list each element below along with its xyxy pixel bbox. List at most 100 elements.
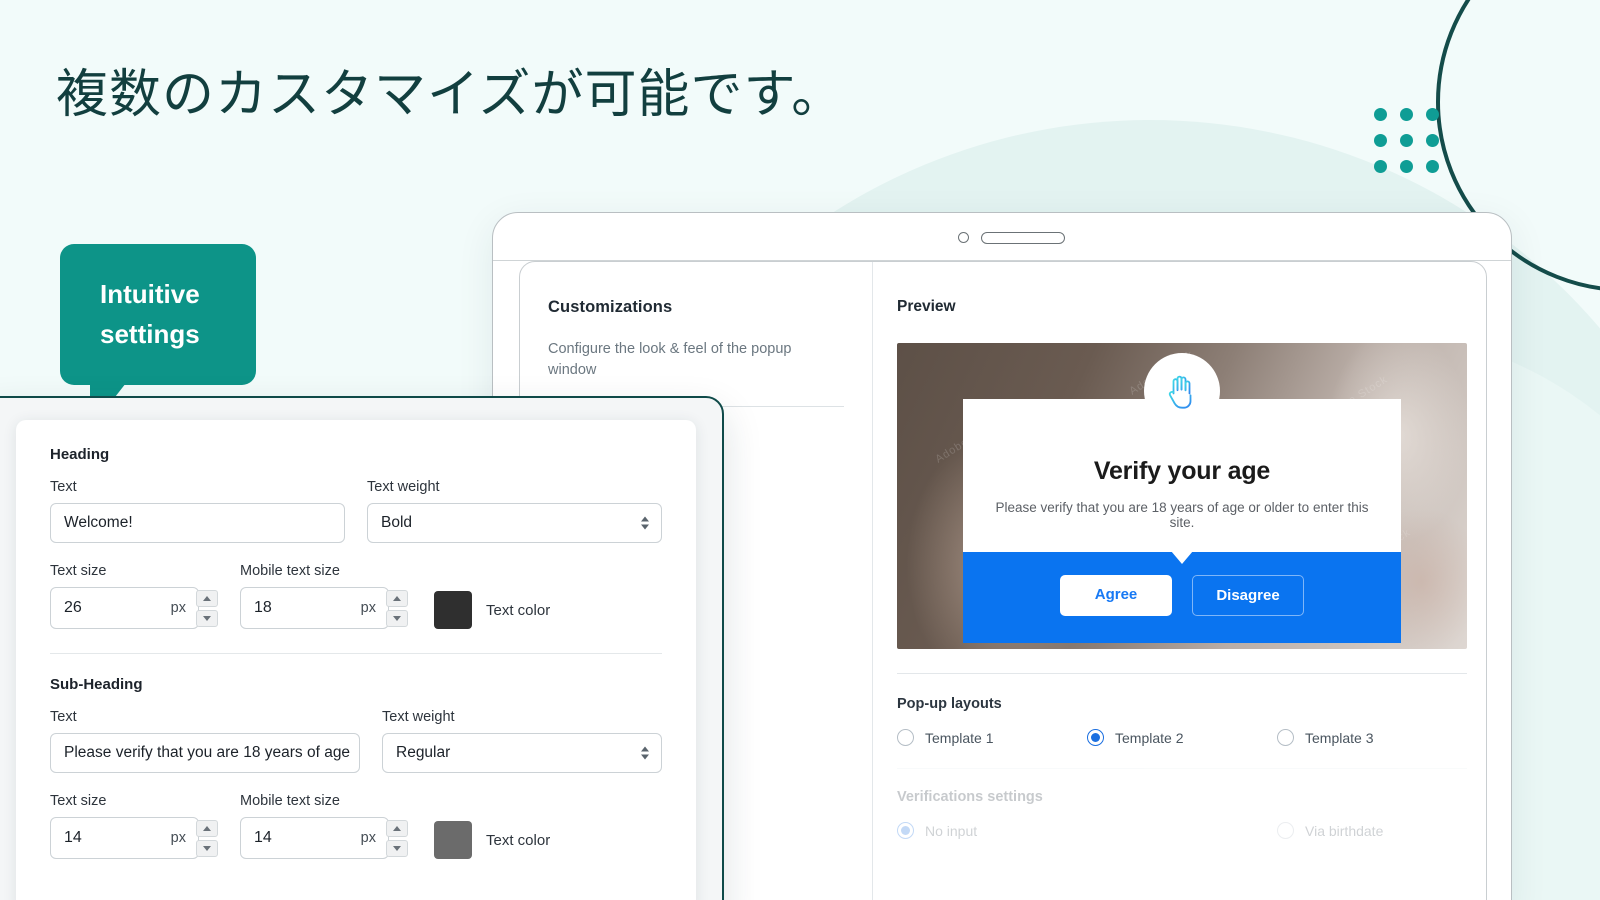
page-title: 複数のカスタマイズが可能です。 (56, 66, 845, 124)
radio-label: Via birthdate (1305, 822, 1384, 839)
subheading-mobile-size-label: Mobile text size (240, 793, 340, 809)
subheading-color-label: Text color (486, 831, 551, 849)
subheading-text-label: Text (50, 709, 77, 725)
radio-label: No input (925, 822, 978, 839)
subheading-size-row: Text size 14 px Mobile text size 14 px T… (50, 793, 662, 859)
subheading-mobile-size-input[interactable]: 14 px (240, 817, 389, 859)
chevron-updown-icon (641, 516, 649, 530)
radio-icon-selected[interactable] (1087, 729, 1104, 746)
stepper-up-icon[interactable] (196, 819, 218, 837)
heading-mobile-size-wrap: Mobile text size 18 px (240, 563, 408, 629)
page-root: 複数のカスタマイズが可能です。 Intuitive settings Custo… (0, 0, 1600, 900)
subheading-size-stepper[interactable] (196, 817, 218, 859)
stepper-up-icon[interactable] (196, 589, 218, 607)
customizations-title: Customizations (548, 298, 673, 316)
popup-footer: Agree Disagree (963, 551, 1401, 643)
badge-line-2: settings (100, 319, 200, 350)
stepper-up-icon[interactable] (386, 819, 408, 837)
preview-panel: Preview Adobe Stock Adobe Stock Adobe St… (872, 262, 1486, 900)
heading-size-label: Text size (50, 563, 107, 579)
heading-size-value: 26 (64, 599, 82, 616)
radio-template-3[interactable]: Template 3 (1277, 729, 1467, 746)
badge-line-1: Intuitive (100, 279, 200, 309)
tablet-bezel-top (493, 213, 1511, 261)
subheading-size-wrap: Text size 14 px (50, 793, 218, 859)
heading-mobile-size-input[interactable]: 18 px (240, 587, 389, 629)
radio-label: Template 2 (1115, 729, 1184, 746)
speaker-grill-icon (981, 232, 1065, 244)
intuitive-settings-badge: Intuitive settings (60, 244, 256, 429)
heading-text-label: Text (50, 479, 77, 495)
heading-mobile-size-value: 18 (254, 599, 272, 616)
chevron-updown-icon (641, 746, 649, 760)
subheading-color-wrap: Text color (434, 821, 550, 859)
popup-layouts-section: Pop-up layouts Template 1 Template 2 Tem… (897, 673, 1467, 746)
subheading-text-input[interactable]: Please verify that you are 18 years of a… (50, 733, 360, 773)
disagree-button[interactable]: Disagree (1192, 575, 1304, 616)
subheading-mobile-size-wrap: Mobile text size 14 px (240, 793, 408, 859)
agree-button[interactable]: Agree (1060, 575, 1172, 616)
heading-weight-value: Bold (381, 514, 413, 531)
heading-size-row: Text size 26 px Mobile text size 18 px T… (50, 563, 662, 629)
heading-mobile-size-unit: px (360, 600, 376, 616)
heading-color-swatch[interactable] (434, 591, 472, 629)
radio-icon[interactable] (1277, 822, 1294, 839)
heading-mobile-size-label: Mobile text size (240, 563, 340, 579)
settings-divider (50, 653, 662, 654)
customizations-subtitle: Configure the look & feel of the popup w… (548, 341, 792, 378)
heading-group-title: Heading (50, 446, 110, 463)
subheading-weight-select[interactable]: Regular (382, 733, 662, 773)
subheading-text-row: Text Please verify that you are 18 years… (50, 709, 662, 773)
heading-weight-select[interactable]: Bold (367, 503, 662, 543)
subheading-text-field-wrap: Text Please verify that you are 18 years… (50, 709, 360, 773)
popup-layouts-radio-group: Template 1 Template 2 Template 3 (897, 729, 1467, 746)
verifications-settings-section: Verifications settings No input Via birt… (897, 768, 1467, 839)
subheading-mobile-size-stepper[interactable] (386, 817, 408, 859)
subheading-color-swatch[interactable] (434, 821, 472, 859)
radio-icon[interactable] (897, 729, 914, 746)
heading-size-input[interactable]: 26 px (50, 587, 199, 629)
subheading-size-value: 14 (64, 829, 82, 846)
subheading-weight-value: Regular (396, 744, 451, 761)
radio-label: Template 3 (1305, 729, 1374, 746)
dot-grid-decoration (1374, 108, 1439, 173)
heading-weight-field-wrap: Text weight Bold (367, 479, 662, 543)
subheading-group-title: Sub-Heading (50, 676, 143, 693)
heading-text-input[interactable]: Welcome! (50, 503, 345, 543)
settings-card-frame: Heading Text Welcome! Text weight Bold T… (0, 396, 724, 900)
radio-via-birthdate[interactable]: Via birthdate (1277, 822, 1467, 839)
heading-mobile-size-stepper[interactable] (386, 587, 408, 629)
verifications-radio-group: No input Via birthdate (897, 822, 1467, 839)
stepper-up-icon[interactable] (386, 589, 408, 607)
heading-size-wrap: Text size 26 px (50, 563, 218, 629)
heading-text-field-wrap: Text Welcome! (50, 479, 345, 543)
heading-color-wrap: Text color (434, 591, 550, 629)
popup-subheading: Please verify that you are 18 years of a… (995, 500, 1369, 530)
subheading-mobile-size-value: 14 (254, 829, 272, 846)
subheading-group: Sub-Heading Text Please verify that you … (50, 676, 662, 859)
stepper-down-icon[interactable] (386, 839, 408, 857)
subheading-size-input[interactable]: 14 px (50, 817, 199, 859)
subheading-size-unit: px (170, 830, 186, 846)
radio-icon[interactable] (1277, 729, 1294, 746)
radio-icon-selected[interactable] (897, 822, 914, 839)
settings-card: Heading Text Welcome! Text weight Bold T… (16, 420, 696, 900)
stepper-down-icon[interactable] (196, 609, 218, 627)
radio-template-1[interactable]: Template 1 (897, 729, 1087, 746)
stepper-down-icon[interactable] (386, 609, 408, 627)
radio-no-input[interactable]: No input (897, 822, 1277, 839)
stepper-down-icon[interactable] (196, 839, 218, 857)
radio-label: Template 1 (925, 729, 994, 746)
subheading-mobile-size-unit: px (360, 830, 376, 846)
camera-icon (958, 232, 969, 243)
heading-size-stepper[interactable] (196, 587, 218, 629)
preview-canvas: Adobe Stock Adobe Stock Adobe Stock Adob… (897, 343, 1467, 649)
heading-size-unit: px (170, 600, 186, 616)
radio-template-2[interactable]: Template 2 (1087, 729, 1277, 746)
popup-layouts-label: Pop-up layouts (897, 696, 1002, 712)
subheading-weight-label: Text weight (382, 709, 455, 725)
popup-heading: Verify your age (1093, 457, 1271, 485)
raised-hand-icon (1144, 353, 1220, 429)
subheading-weight-field-wrap: Text weight Regular (382, 709, 662, 773)
popup-notch (1171, 551, 1193, 564)
